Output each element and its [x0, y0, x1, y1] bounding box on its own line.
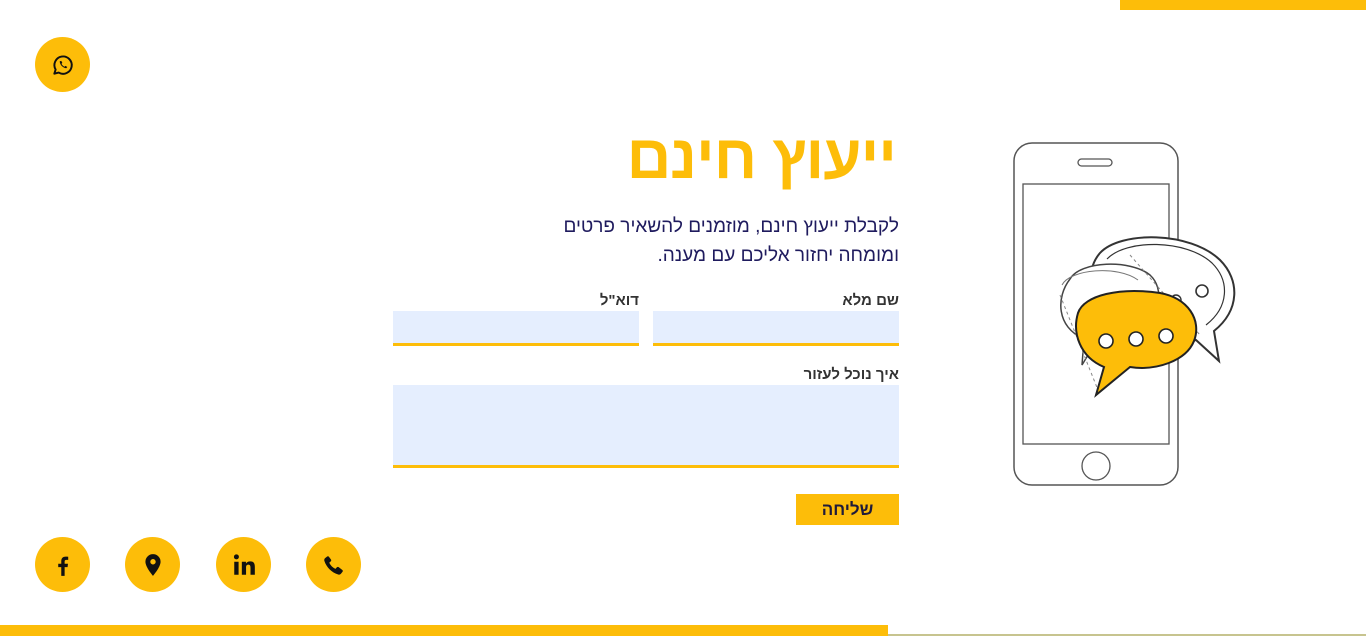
linkedin-button[interactable]: [216, 537, 271, 592]
phone-icon: [323, 555, 343, 575]
linkedin-icon: [233, 553, 255, 575]
submit-button[interactable]: שליחה: [796, 494, 899, 525]
phone-button[interactable]: [306, 537, 361, 592]
email-label: דוא"ל: [599, 292, 639, 309]
help-textarea[interactable]: [393, 385, 899, 468]
bottom-accent-bar: [0, 625, 888, 636]
help-label: איך נוכל לעזור: [803, 366, 899, 383]
whatsapp-button[interactable]: [35, 37, 90, 92]
whatsapp-icon: [52, 55, 73, 75]
phone-chat-illustration: [1013, 142, 1236, 486]
location-button[interactable]: [125, 537, 180, 592]
top-accent-bar: [1120, 0, 1366, 10]
facebook-icon: [57, 556, 68, 576]
full-name-label: שם מלא: [842, 292, 899, 309]
page-subtitle: לקבלת ייעוץ חינם, מוזמנים להשאיר פרטים ו…: [563, 216, 899, 266]
location-pin-icon: [144, 553, 161, 576]
full-name-input[interactable]: [653, 311, 899, 346]
page-title: ייעוץ חינם: [626, 123, 897, 192]
facebook-button[interactable]: [35, 537, 90, 592]
email-input[interactable]: [393, 311, 639, 346]
